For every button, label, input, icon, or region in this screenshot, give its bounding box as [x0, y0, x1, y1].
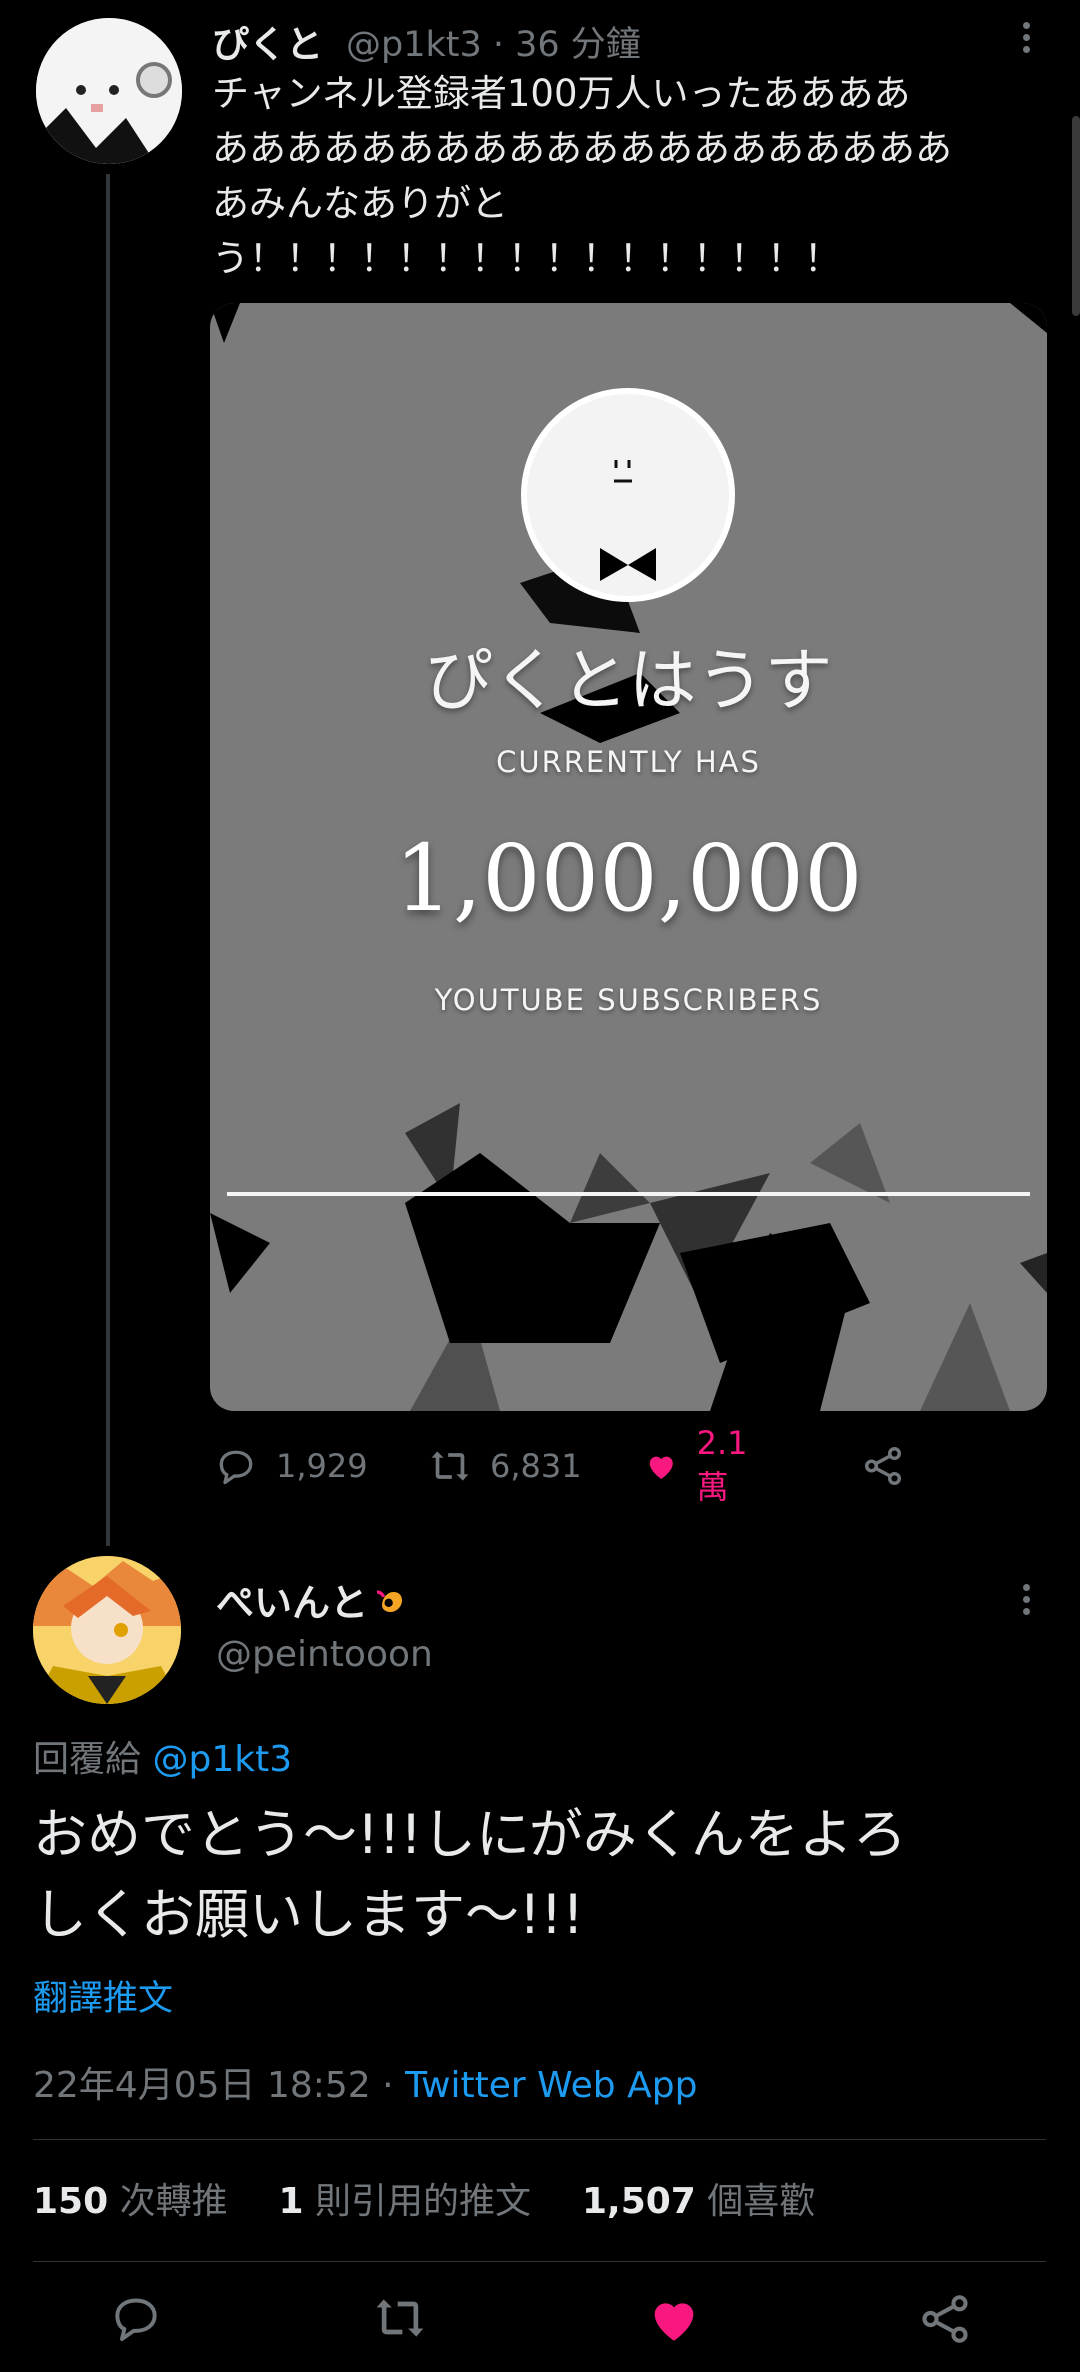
reply-to-line: 回覆給 @p1kt3: [33, 1730, 292, 1782]
reply-action-bar: [0, 2290, 1080, 2360]
media-image[interactable]: ぴくとはうす CURRENTLY HAS 1,000,000 YOUTUBE S…: [210, 303, 1047, 1411]
reply-author-handle[interactable]: @peintooon: [216, 1634, 433, 1675]
more-icon[interactable]: [1021, 22, 1031, 58]
tweet-text: チャンネル登録者100万人いったああああ あああああああああああああああああああ…: [212, 72, 952, 280]
reply-button[interactable]: [108, 2290, 164, 2350]
share-button[interactable]: [916, 2290, 974, 2352]
card-currently-has: CURRENTLY HAS: [496, 745, 761, 779]
heart-icon: [654, 2303, 694, 2341]
like-button[interactable]: [645, 2290, 703, 2352]
share-icon: [864, 1447, 902, 1485]
like-button[interactable]: 2.1萬: [644, 1424, 759, 1506]
thread-line: [106, 174, 110, 1546]
share-button[interactable]: [860, 1438, 924, 1494]
tweet-date[interactable]: 22年4月05日 18:52: [33, 2065, 371, 2106]
retweet-count: 6,831: [490, 1447, 582, 1485]
author-handle-time[interactable]: @p1kt3 · 36 分鐘: [346, 16, 641, 67]
reply-icon: [219, 1450, 253, 1485]
retweet-icon: [431, 1451, 469, 1481]
reply-text: おめでとう〜!!!しにがみくんをよろ しくお願いします〜!!!: [33, 1803, 907, 1946]
more-icon[interactable]: [1021, 1584, 1031, 1620]
reply-icon: [115, 2298, 157, 2341]
card-channel-name: ぴくとはうす: [424, 642, 833, 721]
reply-count: 1,929: [276, 1447, 368, 1485]
ok-hand-emoji-icon: [372, 1582, 412, 1622]
tweet-meta: 22年4月05日 18:52 · Twitter Web App: [33, 2065, 698, 2106]
reply-button[interactable]: 1,929: [214, 1438, 368, 1494]
share-icon: [922, 2295, 968, 2343]
retweet-button[interactable]: 6,831: [428, 1438, 582, 1494]
author-name[interactable]: ぴくと: [212, 14, 323, 68]
avatar[interactable]: [36, 18, 182, 164]
retweets-stat[interactable]: 150 次轉推: [33, 2181, 228, 2222]
avatar[interactable]: [33, 1556, 181, 1704]
reply-author-name[interactable]: ぺいんと: [216, 1572, 412, 1627]
reply-prefix: 回覆給: [33, 1739, 142, 1780]
retweet-button[interactable]: [372, 2290, 428, 2350]
like-count: 2.1萬: [696, 1424, 748, 1506]
card-subscriber-count: 1,000,000: [394, 825, 863, 932]
tweet-source[interactable]: Twitter Web App: [405, 2065, 697, 2106]
card-subscribers-label: YOUTUBE SUBSCRIBERS: [434, 983, 823, 1017]
retweet-icon: [376, 2299, 424, 2337]
tweet-stats: 150 次轉推 1 則引用的推文 1,507 個喜歡: [33, 2172, 815, 2224]
likes-stat[interactable]: 1,507 個喜歡: [582, 2181, 815, 2222]
card-divider: [227, 1192, 1030, 1196]
reply-to-link[interactable]: @p1kt3: [152, 1739, 292, 1780]
divider: [33, 2261, 1046, 2262]
quotes-stat[interactable]: 1 則引用的推文: [279, 2181, 532, 2222]
scrollbar[interactable]: [1072, 116, 1080, 316]
heart-icon: [649, 1456, 673, 1479]
divider: [33, 2139, 1046, 2140]
translate-link[interactable]: 翻譯推文: [33, 1970, 173, 2021]
